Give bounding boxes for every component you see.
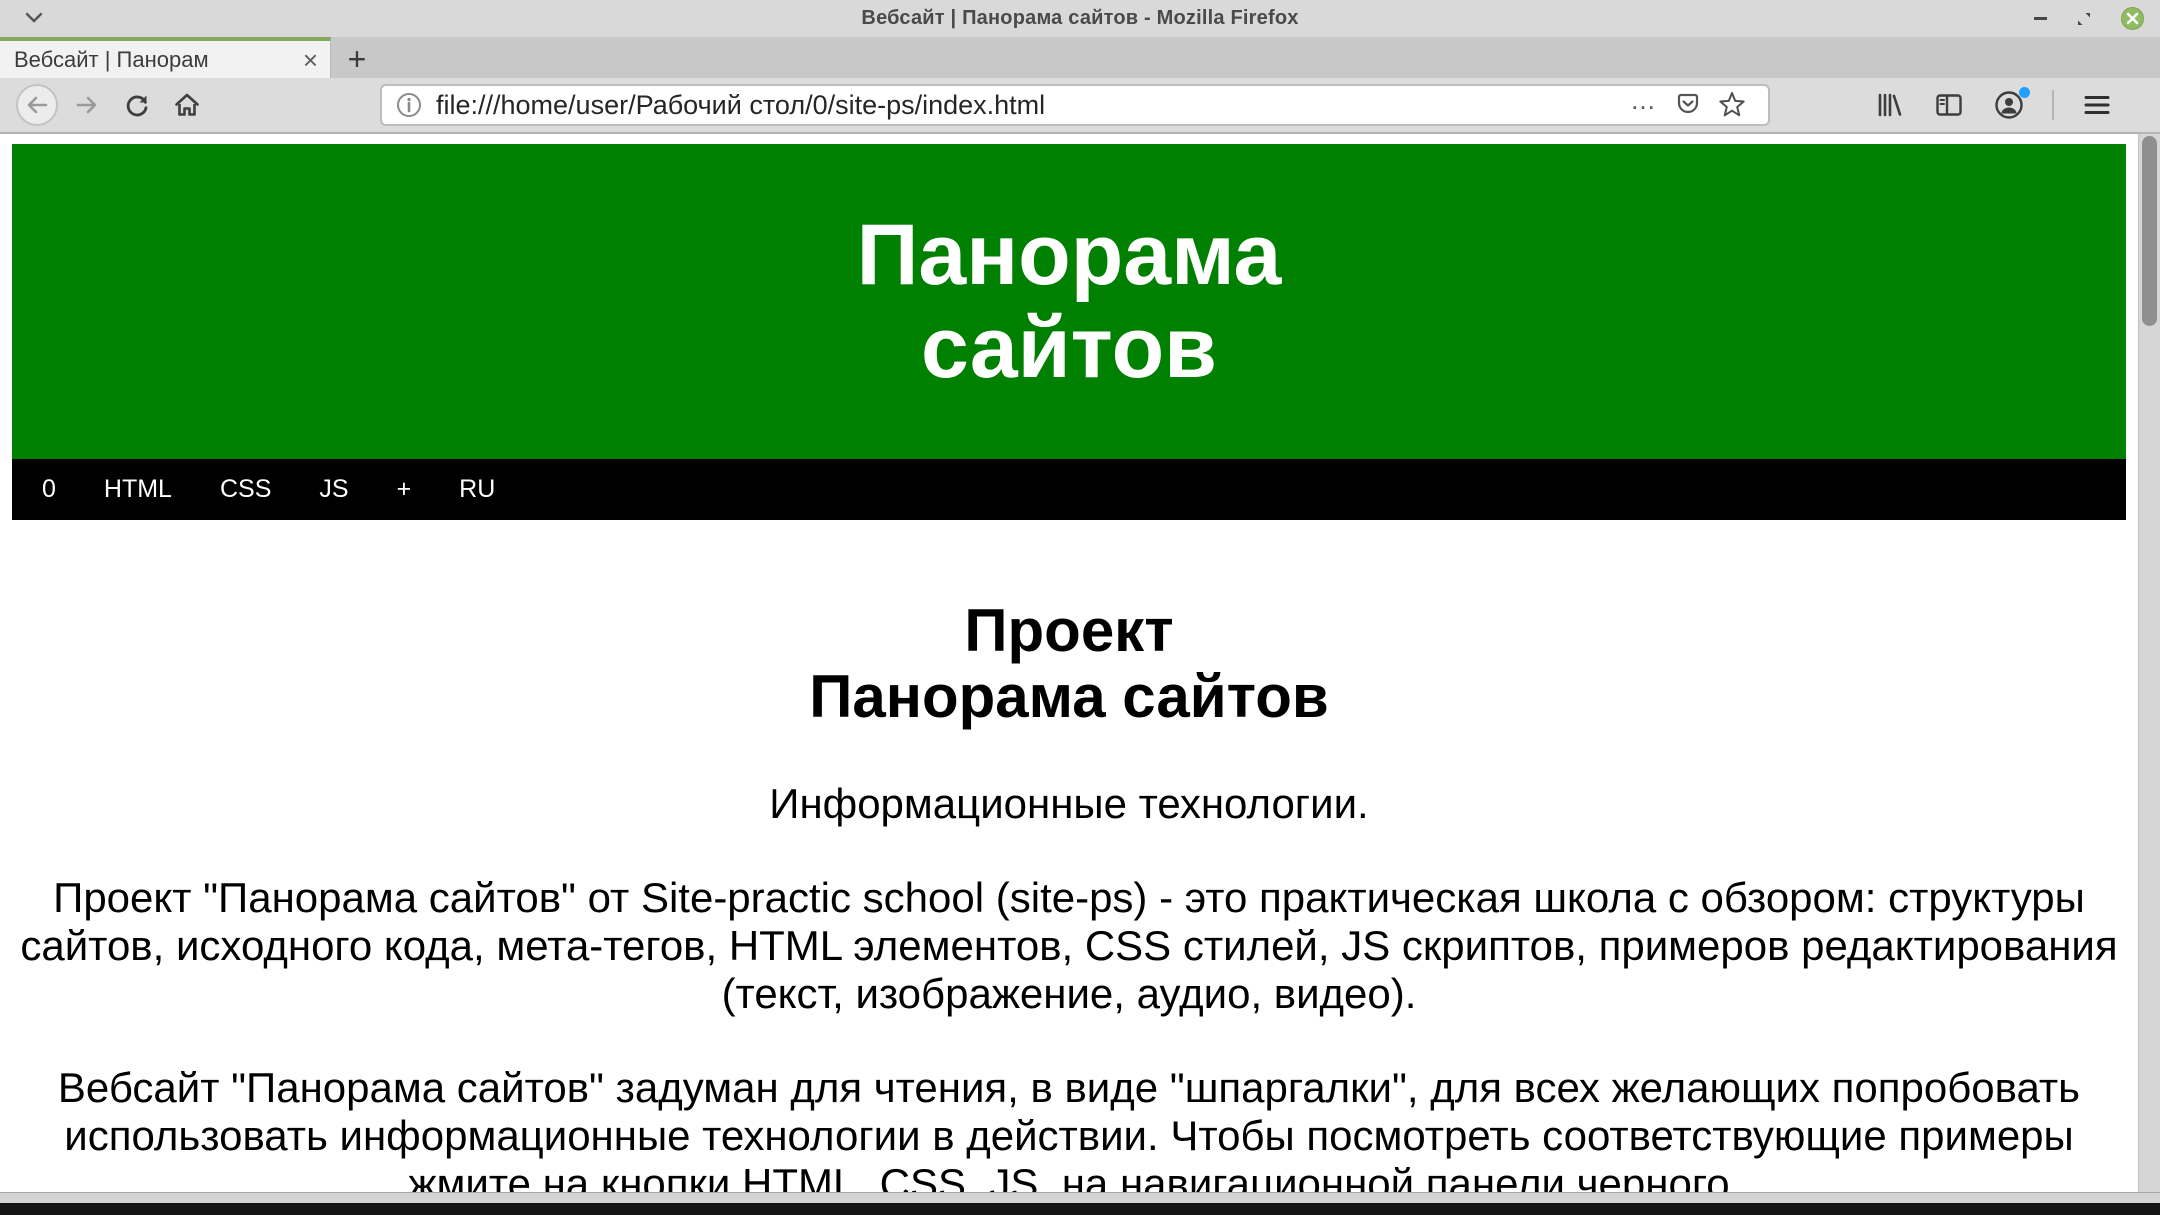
tab-active[interactable]: Вебсайт | Панорам × xyxy=(0,37,331,78)
nav-item-ru[interactable]: RU xyxy=(459,475,495,504)
nav-item-plus[interactable]: + xyxy=(397,475,412,504)
page-content: Проект Панорама сайтов Информационные те… xyxy=(12,598,2126,1208)
account-button[interactable] xyxy=(1986,83,2032,127)
hero-banner: Панорама сайтов xyxy=(12,144,2126,459)
chevron-down-icon xyxy=(24,11,44,25)
page-actions-button[interactable]: … xyxy=(1622,85,1666,124)
page-viewport: Панорама сайтов 0 HTML CSS JS + RU Проек… xyxy=(0,134,2160,1215)
menu-icon xyxy=(2083,93,2111,117)
tab-bar: Вебсайт | Панорам × + xyxy=(0,37,2160,78)
new-tab-button[interactable]: + xyxy=(331,37,383,78)
close-button[interactable] xyxy=(2121,7,2144,30)
url-text: file:///home/user/Рабочий стол/0/site-ps… xyxy=(436,89,1046,120)
site-navigation: 0 HTML CSS JS + RU xyxy=(12,459,2126,520)
tab-close-button[interactable]: × xyxy=(301,47,320,73)
menu-button[interactable] xyxy=(2074,83,2120,127)
home-button[interactable] xyxy=(164,83,210,127)
info-icon[interactable] xyxy=(396,92,422,118)
toolbar-separator xyxy=(2052,90,2054,120)
forward-button[interactable] xyxy=(64,83,110,127)
subtitle: Информационные технологии. xyxy=(769,780,1369,827)
navigation-toolbar: file:///home/user/Рабочий стол/0/site-ps… xyxy=(0,78,2160,134)
vertical-scrollbar[interactable] xyxy=(2138,134,2160,1215)
hero-title-line1: Панорама xyxy=(856,206,1282,303)
reload-button[interactable] xyxy=(114,83,160,127)
web-page: Панорама сайтов 0 HTML CSS JS + RU Проек… xyxy=(12,144,2126,1208)
window-controls xyxy=(2034,0,2144,37)
reload-icon xyxy=(123,91,151,119)
nav-item-js[interactable]: JS xyxy=(319,475,348,504)
account-badge xyxy=(2019,87,2030,98)
hero-title-line2: сайтов xyxy=(921,299,1217,396)
sidebar-button[interactable] xyxy=(1926,83,1972,127)
tab-title: Вебсайт | Панорам xyxy=(14,46,209,72)
minimize-button[interactable] xyxy=(2034,17,2047,20)
home-icon xyxy=(173,91,201,119)
taskbar-strip xyxy=(0,1203,2160,1215)
page-title: Проект Панорама сайтов xyxy=(12,598,2126,730)
back-button[interactable] xyxy=(14,83,60,127)
window-title: Вебсайт | Панорама сайтов - Mozilla Fire… xyxy=(861,7,1299,29)
scrollbar-thumb[interactable] xyxy=(2142,136,2157,326)
description-paragraph: Вебсайт "Панорама сайтов" задуман для чт… xyxy=(57,1064,2081,1207)
nav-item-html[interactable]: HTML xyxy=(104,475,172,504)
library-button[interactable] xyxy=(1866,83,1912,127)
window-bottom-edge xyxy=(0,1192,2160,1203)
minimize-icon xyxy=(2034,17,2047,20)
library-icon xyxy=(1875,91,1903,119)
forward-arrow-icon xyxy=(74,92,100,118)
intro-paragraph: Проект "Панорама сайтов" от Site-practic… xyxy=(20,874,2118,1017)
toolbar-right-icons xyxy=(1866,83,2120,127)
star-icon xyxy=(1717,90,1747,120)
browser-window: Вебсайт | Панорама сайтов - Mozilla Fire… xyxy=(0,0,2160,1215)
close-icon xyxy=(2126,12,2139,25)
nav-item-0[interactable]: 0 xyxy=(42,475,56,504)
bookmark-star-button[interactable] xyxy=(1710,86,1754,124)
pocket-button[interactable] xyxy=(1666,86,1710,124)
restore-button[interactable] xyxy=(2075,10,2093,28)
sidebar-icon xyxy=(1934,90,1964,120)
window-menu-button[interactable] xyxy=(24,11,44,25)
url-bar[interactable]: file:///home/user/Рабочий стол/0/site-ps… xyxy=(380,84,1770,126)
restore-icon xyxy=(2075,10,2093,28)
page-title-line1: Проект xyxy=(964,597,1174,664)
pocket-icon xyxy=(1674,91,1702,119)
page-title-line2: Панорама сайтов xyxy=(809,663,1329,730)
titlebar: Вебсайт | Панорама сайтов - Mozilla Fire… xyxy=(0,0,2160,37)
back-arrow-icon xyxy=(16,84,58,126)
nav-item-css[interactable]: CSS xyxy=(220,475,271,504)
